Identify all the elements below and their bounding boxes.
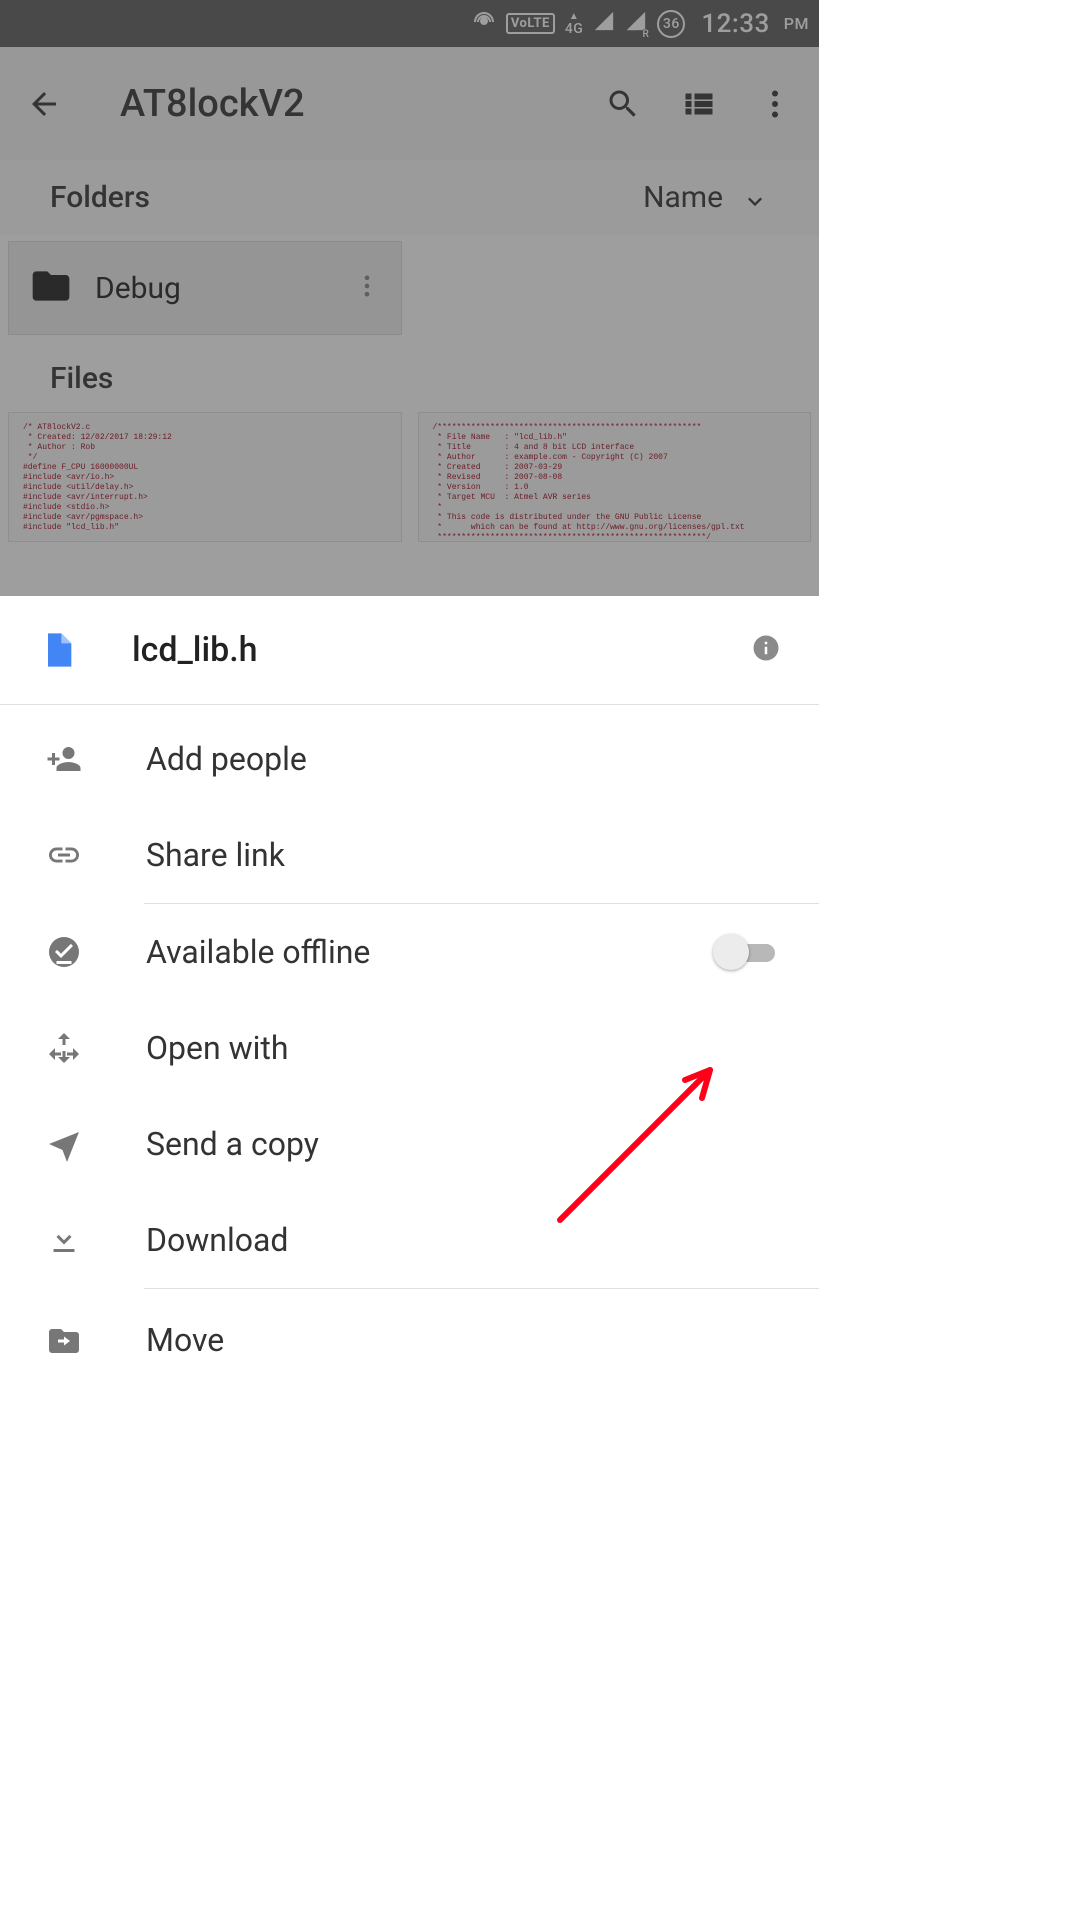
file-info-button[interactable] xyxy=(751,633,781,667)
sheet-header: lcd_lib.h xyxy=(0,596,819,704)
action-share-link-label: Share link xyxy=(146,836,775,874)
action-open-with[interactable]: Open with xyxy=(0,1000,819,1096)
add-people-icon xyxy=(36,741,92,777)
action-move[interactable]: Move xyxy=(0,1289,819,1359)
open-with-icon xyxy=(36,1030,92,1066)
action-open-with-label: Open with xyxy=(146,1029,775,1067)
action-send-copy-label: Send a copy xyxy=(146,1125,775,1163)
sheet-file-name: lcd_lib.h xyxy=(132,630,697,670)
file-icon xyxy=(38,626,78,674)
offline-toggle[interactable] xyxy=(715,934,775,970)
link-icon xyxy=(36,837,92,873)
action-share-link[interactable]: Share link xyxy=(0,807,819,903)
action-add-people[interactable]: Add people xyxy=(0,711,819,807)
action-download[interactable]: Download xyxy=(0,1192,819,1288)
offline-pin-icon xyxy=(36,934,92,970)
send-icon xyxy=(36,1126,92,1162)
file-actions-sheet: lcd_lib.h Add people Share link Availabl xyxy=(0,596,819,1456)
action-send-copy[interactable]: Send a copy xyxy=(0,1096,819,1192)
action-download-label: Download xyxy=(146,1221,775,1259)
download-icon xyxy=(36,1222,92,1258)
action-available-offline[interactable]: Available offline xyxy=(0,904,819,1000)
action-add-people-label: Add people xyxy=(146,740,775,778)
action-move-label: Move xyxy=(146,1321,775,1359)
move-icon xyxy=(36,1323,92,1359)
action-available-offline-label: Available offline xyxy=(146,933,661,971)
